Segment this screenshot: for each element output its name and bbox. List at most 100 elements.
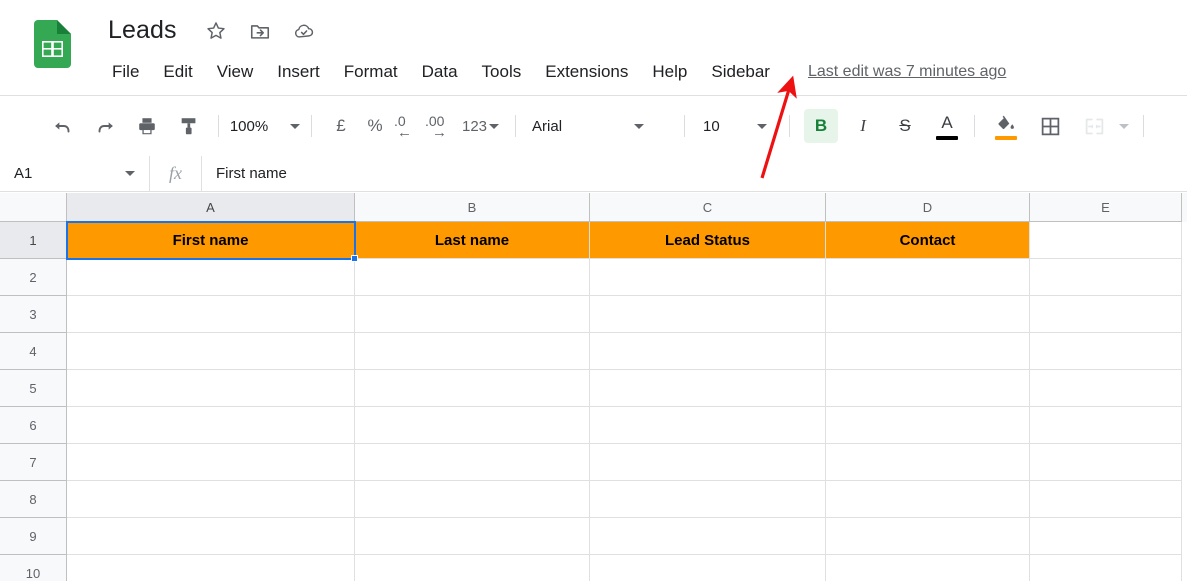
cell-D9[interactable] [826, 518, 1030, 555]
cell-A5[interactable] [67, 370, 355, 407]
menu-view[interactable]: View [205, 58, 266, 86]
row-header-4[interactable]: 4 [0, 333, 67, 370]
cell-A7[interactable] [67, 444, 355, 481]
print-button[interactable] [130, 109, 164, 143]
cell-C4[interactable] [590, 333, 826, 370]
cell-B1[interactable]: Last name [355, 222, 590, 259]
cell-E9[interactable] [1030, 518, 1182, 555]
menu-help[interactable]: Help [640, 58, 699, 86]
font-family-selector[interactable]: Arial [524, 118, 676, 135]
font-size-selector[interactable]: 10 [693, 118, 781, 135]
cell-C10[interactable] [590, 555, 826, 581]
cell-B5[interactable] [355, 370, 590, 407]
menu-format[interactable]: Format [332, 58, 410, 86]
cell-C2[interactable] [590, 259, 826, 296]
cell-D10[interactable] [826, 555, 1030, 581]
borders-button[interactable] [1033, 109, 1067, 143]
cell-C7[interactable] [590, 444, 826, 481]
row-header-2[interactable]: 2 [0, 259, 67, 296]
row-header-10[interactable]: 10 [0, 555, 67, 581]
cell-D4[interactable] [826, 333, 1030, 370]
cell-E2[interactable] [1030, 259, 1182, 296]
cell-A9[interactable] [67, 518, 355, 555]
select-all-corner[interactable] [0, 193, 67, 222]
text-color-button[interactable]: A [930, 109, 964, 143]
column-header-a[interactable]: A [67, 193, 355, 222]
cell-E10[interactable] [1030, 555, 1182, 581]
cell-D1[interactable]: Contact [826, 222, 1030, 259]
undo-button[interactable] [46, 109, 80, 143]
cell-E7[interactable] [1030, 444, 1182, 481]
cell-B10[interactable] [355, 555, 590, 581]
row-header-9[interactable]: 9 [0, 518, 67, 555]
cell-D7[interactable] [826, 444, 1030, 481]
cell-C3[interactable] [590, 296, 826, 333]
cell-A6[interactable] [67, 407, 355, 444]
name-box[interactable]: A1 [0, 156, 150, 191]
cell-D3[interactable] [826, 296, 1030, 333]
sheets-logo-icon[interactable] [34, 20, 71, 68]
cloud-saved-icon[interactable] [293, 20, 315, 42]
percent-format-button[interactable]: % [358, 109, 392, 143]
cell-C8[interactable] [590, 481, 826, 518]
cell-E5[interactable] [1030, 370, 1182, 407]
cell-E1[interactable] [1030, 222, 1182, 259]
cell-C9[interactable] [590, 518, 826, 555]
cell-A2[interactable] [67, 259, 355, 296]
decrease-decimal-button[interactable]: .0 ← [392, 109, 422, 143]
paint-format-button[interactable] [172, 109, 206, 143]
cell-C6[interactable] [590, 407, 826, 444]
fx-icon[interactable]: fx [150, 156, 202, 191]
row-header-3[interactable]: 3 [0, 296, 67, 333]
cell-D2[interactable] [826, 259, 1030, 296]
increase-decimal-button[interactable]: .00 → [422, 109, 454, 143]
cell-E6[interactable] [1030, 407, 1182, 444]
star-icon[interactable] [205, 20, 227, 42]
bold-button[interactable]: B [804, 109, 839, 143]
cell-A1[interactable]: First name [67, 222, 355, 259]
cell-D5[interactable] [826, 370, 1030, 407]
last-edit-status[interactable]: Last edit was 7 minutes ago [808, 60, 1006, 84]
move-to-folder-icon[interactable] [249, 20, 271, 42]
cell-E8[interactable] [1030, 481, 1182, 518]
cell-A8[interactable] [67, 481, 355, 518]
menu-insert[interactable]: Insert [265, 58, 332, 86]
zoom-selector[interactable]: 100% [227, 118, 303, 135]
cell-B8[interactable] [355, 481, 590, 518]
document-title[interactable]: Leads [108, 16, 177, 45]
row-header-6[interactable]: 6 [0, 407, 67, 444]
menu-tools[interactable]: Tools [470, 58, 534, 86]
cell-D6[interactable] [826, 407, 1030, 444]
cell-A3[interactable] [67, 296, 355, 333]
strikethrough-button[interactable]: S [888, 109, 922, 143]
fill-color-button[interactable] [989, 109, 1023, 143]
menu-sidebar[interactable]: Sidebar [699, 58, 782, 86]
row-header-1[interactable]: 1 [0, 222, 67, 259]
cell-A10[interactable] [67, 555, 355, 581]
menu-data[interactable]: Data [410, 58, 470, 86]
cell-B6[interactable] [355, 407, 590, 444]
cell-C1[interactable]: Lead Status [590, 222, 826, 259]
cell-B2[interactable] [355, 259, 590, 296]
column-header-e[interactable]: E [1030, 193, 1182, 222]
column-header-d[interactable]: D [826, 193, 1030, 222]
column-header-b[interactable]: B [355, 193, 590, 222]
cell-B4[interactable] [355, 333, 590, 370]
number-format-selector[interactable]: 123 [458, 118, 503, 135]
menu-file[interactable]: File [104, 58, 151, 86]
menu-extensions[interactable]: Extensions [533, 58, 640, 86]
italic-button[interactable]: I [846, 109, 880, 143]
redo-button[interactable] [88, 109, 122, 143]
cell-A4[interactable] [67, 333, 355, 370]
formula-input[interactable]: First name [202, 165, 1187, 182]
cell-E3[interactable] [1030, 296, 1182, 333]
row-header-8[interactable]: 8 [0, 481, 67, 518]
row-header-5[interactable]: 5 [0, 370, 67, 407]
cell-D8[interactable] [826, 481, 1030, 518]
cell-B7[interactable] [355, 444, 590, 481]
cell-C5[interactable] [590, 370, 826, 407]
menu-edit[interactable]: Edit [151, 58, 204, 86]
row-header-7[interactable]: 7 [0, 444, 67, 481]
cell-B9[interactable] [355, 518, 590, 555]
currency-format-button[interactable]: £ [324, 109, 358, 143]
